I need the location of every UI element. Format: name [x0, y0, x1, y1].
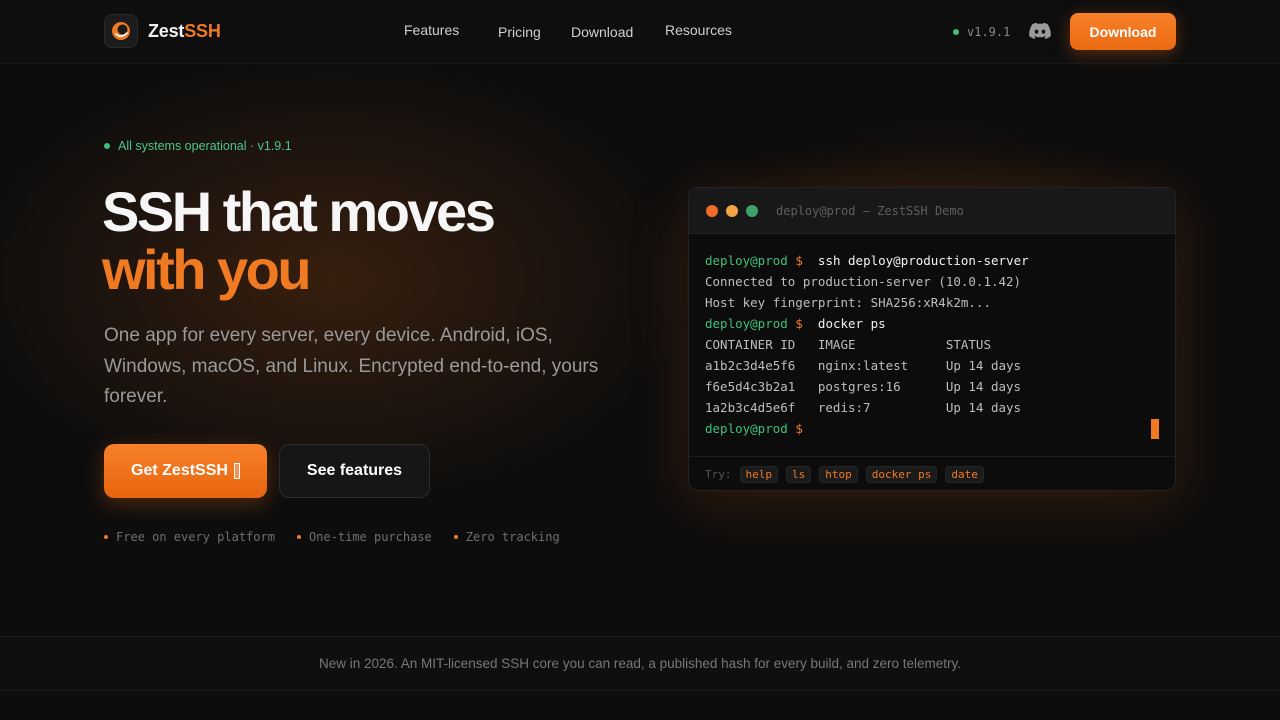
- brand-name: ZestSSH: [148, 20, 221, 41]
- status-dot-icon: [953, 29, 959, 35]
- download-button[interactable]: Download: [1070, 13, 1176, 50]
- prompt-user: deploy@prod: [705, 316, 788, 331]
- terminal-line: deploy@prod $ ssh deploy@production-serv…: [705, 250, 1159, 271]
- top-nav: ZestSSH Features Pricing Download Resour…: [0, 0, 1280, 64]
- perk-label: Zero tracking: [465, 530, 560, 544]
- terminal-line: Host key fingerprint: SHA256:xR4k2m...: [705, 295, 991, 310]
- cursor-block-icon: [233, 463, 240, 479]
- terminal-table-header: CONTAINER ID IMAGE STATUS: [705, 337, 991, 352]
- prompt-symbol: $: [795, 316, 803, 331]
- terminal-table-row: a1b2c3d4e5f6 nginx:latest Up 14 days: [705, 358, 1022, 373]
- suggestion-chip[interactable]: help: [739, 466, 778, 483]
- nav-link-features[interactable]: Features: [404, 22, 459, 38]
- banner-text: New in 2026. An MIT-licensed SSH core yo…: [318, 656, 962, 671]
- zest-logo-icon: [104, 14, 138, 48]
- prompt-symbol: $: [795, 253, 803, 268]
- terminal-demo[interactable]: deploy@prod — ZestSSH Demo deploy@prod $…: [688, 187, 1176, 491]
- bullet-icon: [453, 535, 458, 539]
- perk-item: Zero tracking: [453, 530, 560, 544]
- status-dot-icon: [104, 143, 110, 149]
- window-maximize-icon[interactable]: [746, 204, 758, 217]
- terminal-titlebar: deploy@prod — ZestSSH Demo: [689, 188, 1175, 234]
- suggestion-chip[interactable]: date: [945, 466, 984, 483]
- nav-link-download[interactable]: Download: [571, 24, 633, 40]
- suggestion-chip[interactable]: ls: [786, 466, 812, 483]
- prompt-user: deploy@prod: [705, 253, 788, 268]
- terminal-table-row: 1a2b3c4d5e6f redis:7 Up 14 days: [705, 400, 1022, 415]
- nav-link-resources[interactable]: Resources: [665, 22, 732, 38]
- terminal-suggestions: Try: help ls htop docker ps date: [689, 456, 1175, 490]
- hero-subtitle: One app for every server, every device. …: [104, 325, 599, 407]
- try-label: Try:: [705, 468, 732, 481]
- perks-list: Free on every platform One-time purchase…: [104, 530, 560, 544]
- version-badge: v1.9.1: [953, 25, 1010, 39]
- perk-item: One-time purchase: [296, 530, 432, 544]
- version-label: v1.9.1: [967, 25, 1011, 39]
- status-indicator: All systems operational · v1.9.1: [104, 139, 292, 153]
- terminal-cursor: [1151, 419, 1159, 439]
- terminal-table-row: f6e5d4c3b2a1 postgres:16 Up 14 days: [705, 379, 1022, 394]
- prompt-symbol: $: [795, 421, 803, 436]
- perk-label: Free on every platform: [116, 530, 275, 544]
- see-features-button[interactable]: See features: [279, 444, 430, 498]
- brand-logo[interactable]: ZestSSH: [104, 14, 221, 48]
- window-close-icon[interactable]: [706, 204, 718, 217]
- announcement-banner: New in 2026. An MIT-licensed SSH core yo…: [0, 636, 1280, 691]
- perk-label: One-time purchase: [308, 530, 432, 544]
- status-text: All systems operational · v1.9.1: [118, 139, 292, 153]
- headline-line-1: SSH that moves: [102, 180, 496, 243]
- hero-headline: SSH that moves with you: [102, 180, 496, 301]
- bullet-icon: [296, 535, 301, 539]
- headline-line-2: with you: [102, 238, 312, 301]
- nav-link-pricing[interactable]: Pricing: [498, 24, 541, 40]
- bullet-icon: [104, 535, 108, 539]
- window-minimize-icon[interactable]: [726, 204, 738, 217]
- terminal-output: deploy@prod $ ssh deploy@production-serv…: [689, 234, 1175, 456]
- terminal-line[interactable]: deploy@prod $: [705, 418, 1159, 439]
- get-zestssh-button[interactable]: Get ZestSSH: [104, 444, 267, 498]
- suggestion-chip[interactable]: htop: [819, 466, 858, 483]
- terminal-command: docker ps: [817, 316, 886, 331]
- terminal-line: Connected to production-server (10.0.1.4…: [705, 274, 1022, 289]
- terminal-title: deploy@prod — ZestSSH Demo: [776, 203, 964, 218]
- terminal-command: ssh deploy@production-server: [817, 253, 1029, 268]
- suggestion-chip[interactable]: docker ps: [865, 466, 938, 483]
- terminal-line: deploy@prod $ docker ps: [705, 313, 1159, 334]
- perk-item: Free on every platform: [104, 530, 275, 544]
- discord-icon[interactable]: [1029, 22, 1051, 40]
- prompt-user: deploy@prod: [705, 421, 788, 436]
- get-zestssh-label: Get ZestSSH: [131, 462, 228, 479]
